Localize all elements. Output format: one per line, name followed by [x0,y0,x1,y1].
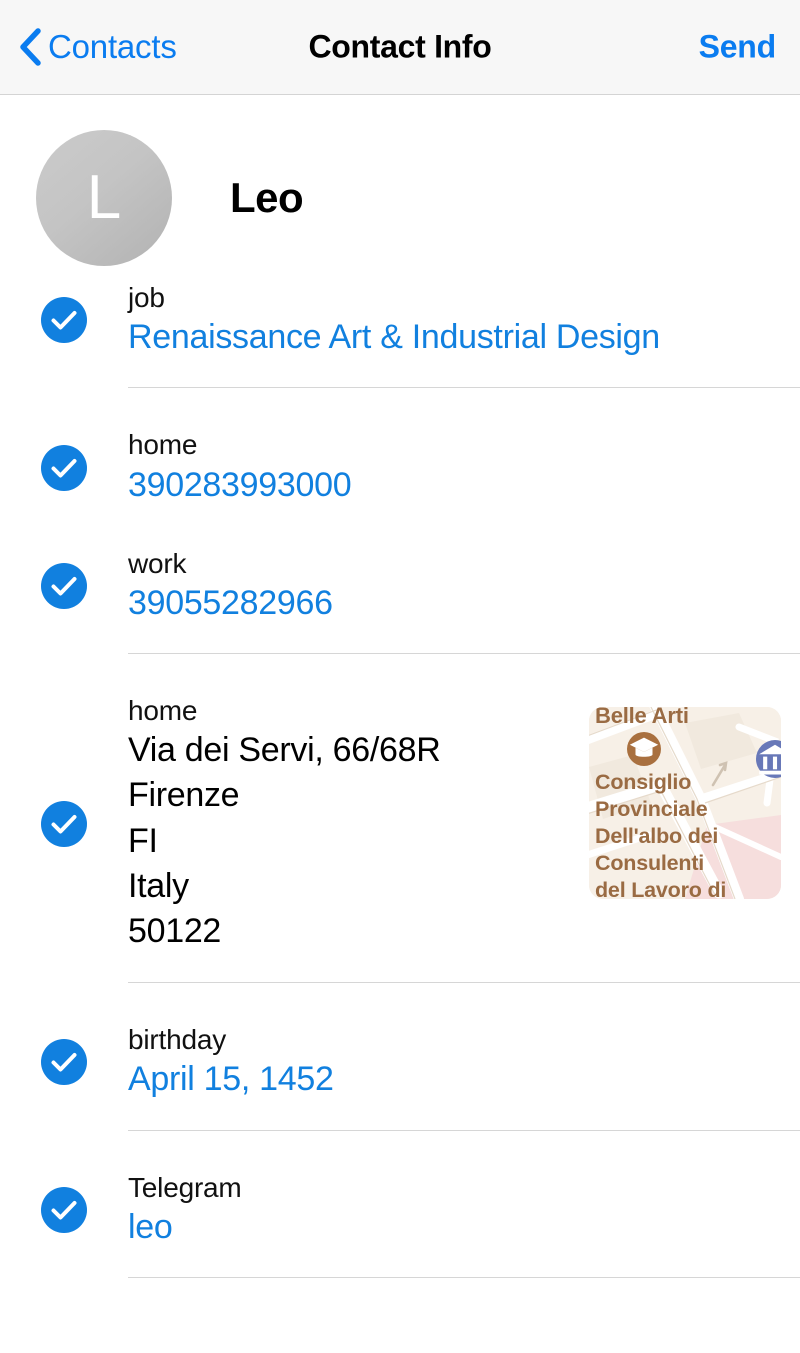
checkmark-glyph [51,1053,77,1072]
field-row-phone-home[interactable]: home 390283993000 [0,428,800,506]
contact-name: Leo [230,174,304,221]
check-col-telegram [0,1186,128,1233]
address-lines: Via dei Servi, 66/68R Firenze FI Italy 5… [128,728,569,954]
map-thumbnail[interactable]: Belle Arti Consiglio Provinciale Dell'al… [589,707,781,900]
field-body-birthday: birthday April 15, 1452 [128,1023,800,1101]
museum-icon [756,740,781,779]
contact-fields-list: job Renaissance Art & Industrial Design … [0,281,800,1278]
field-body-job: job Renaissance Art & Industrial Design [128,281,800,359]
field-label: job [128,282,165,313]
check-col-phone-home [0,444,128,491]
field-divider [128,1276,800,1278]
row-spacer [0,625,800,653]
check-col-address-home [0,801,128,848]
field-label: home [128,429,198,461]
check-circle-icon[interactable] [41,297,87,344]
check-circle-icon[interactable] [41,801,87,848]
museum-glyph [759,744,781,775]
send-button[interactable]: Send [699,29,777,66]
row-spacer [0,654,800,694]
field-label: work [128,547,187,579]
field-value[interactable]: 390283993000 [128,463,780,507]
contact-header: L Leo [0,95,800,266]
field-body-telegram: Telegram leo [128,1171,800,1249]
field-label: home [128,695,198,727]
address-line-street: Via dei Servi, 66/68R [128,731,441,770]
field-row-birthday[interactable]: birthday April 15, 1452 [0,1023,800,1101]
field-label: birthday [128,1024,227,1056]
field-row-job[interactable]: job Renaissance Art & Industrial Design [0,281,800,359]
field-value[interactable]: leo [128,1205,780,1249]
address-line-country: Italy [128,866,189,905]
check-circle-icon[interactable] [41,444,87,491]
avatar[interactable]: L [36,130,172,266]
address-line-city: Firenze [128,776,240,815]
checkmark-glyph [51,458,77,478]
address-line-state: FI [128,821,158,860]
row-spacer [0,359,800,387]
row-spacer [0,388,800,428]
check-circle-icon[interactable] [41,562,87,609]
page-title: Contact Info [308,28,492,65]
field-body-phone-work: work 39055282966 [128,547,800,625]
row-spacer [0,983,800,1023]
checkmark-glyph [51,1200,77,1220]
avatar-initial: L [86,163,122,232]
field-value[interactable]: 39055282966 [128,581,780,625]
field-label: Telegram [128,1171,242,1203]
row-spacer [0,1102,800,1130]
row-spacer [0,1249,800,1277]
checkmark-glyph [51,576,77,596]
graduation-cap-glyph [629,737,659,757]
check-circle-icon[interactable] [41,1186,87,1233]
check-col-job [0,297,128,344]
row-spacer [0,1131,800,1171]
check-col-phone-work [0,562,128,609]
check-col-birthday [0,1039,128,1086]
field-value[interactable]: April 15, 1452 [128,1057,780,1101]
field-row-address-home[interactable]: home Via dei Servi, 66/68R Firenze FI It… [0,694,800,954]
checkmark-glyph [51,815,77,834]
navigation-bar: Contacts Contact Info Send [0,0,800,95]
field-body-address-home: home Via dei Servi, 66/68R Firenze FI It… [128,694,589,954]
row-spacer [0,954,800,982]
graduation-cap-icon [627,732,661,767]
check-circle-icon[interactable] [41,1039,87,1086]
field-row-phone-work[interactable]: work 39055282966 [0,547,800,625]
address-line-postal: 50122 [128,912,222,951]
field-body-phone-home: home 390283993000 [128,428,800,506]
field-row-telegram[interactable]: Telegram leo [0,1171,800,1249]
checkmark-glyph [51,311,77,330]
field-value[interactable]: Renaissance Art & Industrial Design [128,315,780,359]
map-graphic [589,707,781,900]
row-spacer [0,507,800,547]
